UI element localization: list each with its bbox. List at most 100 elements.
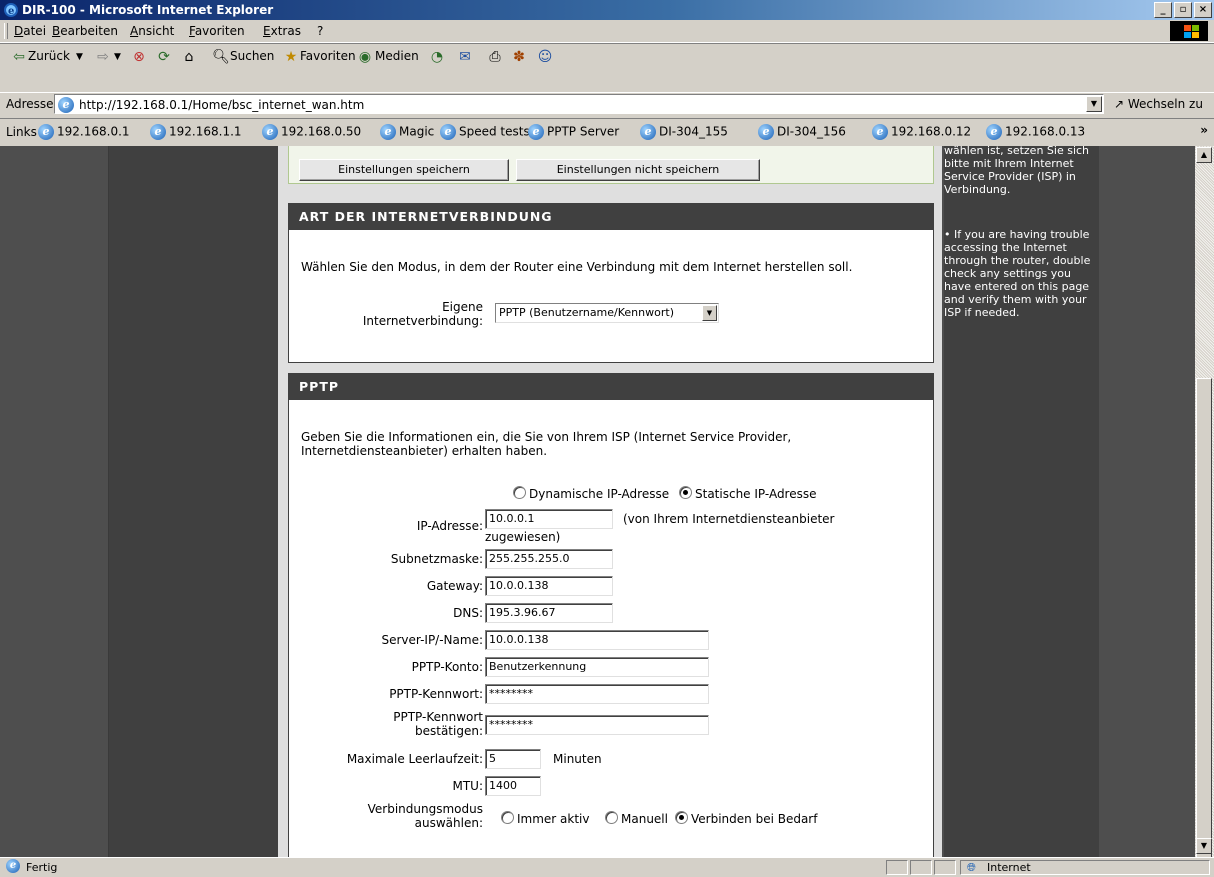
- minimize-icon[interactable]: _: [1154, 2, 1172, 18]
- left-margin: [0, 146, 108, 857]
- radio-dynamic-ip[interactable]: [513, 486, 526, 499]
- link-item[interactable]: e 192.168.0.12: [872, 124, 971, 140]
- favorites-icon[interactable]: ★: [282, 48, 300, 66]
- menu-extras[interactable]: Extras: [263, 24, 301, 38]
- own-connection-label-2: Internetverbindung:: [362, 314, 483, 328]
- forward-dropdown-icon[interactable]: ▼: [114, 52, 121, 62]
- page-icon: e: [6, 859, 20, 873]
- print-icon[interactable]: ⎙: [486, 48, 504, 66]
- pptp-intro-line2: Internetdiensteanbieter) erhalten haben.: [301, 444, 548, 458]
- search-icon[interactable]: 🔍︎: [212, 48, 230, 66]
- connection-type-section: ART DER INTERNETVERBINDUNG Wählen Sie de…: [288, 203, 934, 363]
- messenger-icon[interactable]: ☺: [536, 48, 554, 66]
- dns-label: DNS:: [453, 606, 483, 620]
- go-label: Wechseln zu: [1127, 97, 1203, 111]
- pptp-section: PPTP Geben Sie die Informationen ein, di…: [288, 373, 934, 857]
- scroll-up-icon[interactable]: ▲: [1196, 147, 1212, 163]
- more-links-icon[interactable]: »: [1200, 123, 1208, 137]
- ip-mode-static[interactable]: Statische IP-Adresse: [679, 486, 817, 501]
- chevron-down-icon[interactable]: ▼: [702, 305, 717, 321]
- ip-note-line2: zugewiesen): [485, 530, 561, 544]
- account-label: PPTP-Konto:: [411, 660, 483, 674]
- link-item[interactable]: e Magic: [380, 124, 434, 140]
- scroll-thumb[interactable]: [1196, 378, 1212, 857]
- back-button[interactable]: Zurück: [28, 49, 70, 63]
- main-content: Einstellungen speichern Einstellungen ni…: [278, 146, 942, 857]
- radio-on-demand[interactable]: [675, 811, 688, 824]
- media-icon[interactable]: ◉: [356, 48, 374, 66]
- back-dropdown-icon[interactable]: ▼: [76, 52, 83, 62]
- dns-input[interactable]: 195.3.96.67: [485, 603, 613, 623]
- favorites-button[interactable]: Favoriten: [300, 49, 356, 63]
- ip-address-label: IP-Adresse:: [416, 519, 483, 533]
- forward-arrow-icon[interactable]: ⇨: [94, 48, 112, 66]
- windows-flag-icon: [1170, 21, 1208, 41]
- maximize-icon[interactable]: ▫: [1174, 2, 1192, 18]
- address-url[interactable]: http://192.168.0.1/Home/bsc_internet_wan…: [79, 98, 364, 112]
- menu-favoriten[interactable]: Favoriten: [189, 24, 245, 38]
- scroll-down-icon[interactable]: ▼: [1196, 838, 1212, 854]
- idle-time-input[interactable]: 5: [485, 749, 541, 769]
- menu-ansicht[interactable]: Ansicht: [130, 24, 174, 38]
- gateway-label: Gateway:: [426, 579, 483, 593]
- mail-icon[interactable]: ✉: [456, 48, 474, 66]
- connection-type-heading: ART DER INTERNETVERBINDUNG: [289, 204, 933, 230]
- password-label: PPTP-Kennwort:: [389, 687, 483, 701]
- link-item[interactable]: e PPTP Server: [528, 124, 619, 140]
- ip-address-input[interactable]: 10.0.0.1: [485, 509, 613, 529]
- password-input[interactable]: ********: [485, 684, 709, 704]
- connmode-manual[interactable]: Manuell: [605, 811, 668, 826]
- back-arrow-icon[interactable]: ⇦: [10, 48, 28, 66]
- menu-bearbeiten[interactable]: Bearbeiten: [52, 24, 118, 38]
- mtu-input[interactable]: 1400: [485, 776, 541, 796]
- link-item[interactable]: e DI-304_156: [758, 124, 846, 140]
- search-button[interactable]: Suchen: [230, 49, 274, 63]
- link-item[interactable]: e DI-304_155: [640, 124, 728, 140]
- confirm-password-input[interactable]: ********: [485, 715, 709, 735]
- links-label: Links: [6, 125, 37, 139]
- page-icon: e: [528, 124, 544, 140]
- dont-save-settings-button[interactable]: Einstellungen nicht speichern: [516, 159, 760, 181]
- menu-datei[interactable]: Datei: [14, 24, 46, 38]
- address-dropdown-icon[interactable]: ▼: [1086, 96, 1102, 112]
- help-text-2: • If you are having trouble accessing th…: [944, 228, 1091, 319]
- ip-mode-dynamic[interactable]: Dynamische IP-Adresse: [513, 486, 669, 501]
- address-input[interactable]: e http://192.168.0.1/Home/bsc_internet_w…: [54, 94, 1104, 114]
- connmode-ondemand[interactable]: Verbinden bei Bedarf: [675, 811, 817, 826]
- subnet-input[interactable]: 255.255.255.0: [485, 549, 613, 569]
- save-buttons-box: Einstellungen speichern Einstellungen ni…: [288, 146, 934, 184]
- left-nav-column: [108, 146, 279, 857]
- connection-type-select[interactable]: PPTP (Benutzername/Kennwort) ▼: [495, 303, 719, 323]
- connmode-label-1: Verbindungsmodus: [367, 802, 483, 816]
- radio-manual[interactable]: [605, 811, 618, 824]
- link-item[interactable]: e 192.168.0.1: [38, 124, 130, 140]
- account-input[interactable]: Benutzerkennung: [485, 657, 709, 677]
- link-item[interactable]: e 192.168.1.1: [150, 124, 242, 140]
- link-item[interactable]: e 192.168.0.13: [986, 124, 1085, 140]
- stop-icon[interactable]: ⊗: [130, 48, 148, 66]
- own-connection-label-1: Eigene: [442, 300, 483, 314]
- edit-icon[interactable]: ✽: [510, 48, 528, 66]
- link-item[interactable]: e 192.168.0.50: [262, 124, 361, 140]
- status-text: Fertig: [26, 861, 58, 874]
- go-button[interactable]: ↗ Wechseln zu: [1114, 97, 1203, 111]
- vertical-scrollbar[interactable]: ▲ ▼: [1195, 146, 1214, 857]
- radio-always-on[interactable]: [501, 811, 514, 824]
- history-icon[interactable]: ◔: [428, 48, 446, 66]
- home-icon[interactable]: ⌂: [180, 48, 198, 66]
- go-arrow-icon: ↗: [1114, 97, 1125, 111]
- media-button[interactable]: Medien: [375, 49, 419, 63]
- server-label: Server-IP/-Name:: [381, 633, 483, 647]
- zone-text: Internet: [987, 861, 1031, 874]
- status-bar: e Fertig 🌐︎ Internet: [0, 857, 1214, 877]
- refresh-icon[interactable]: ⟳: [155, 48, 173, 66]
- gateway-input[interactable]: 10.0.0.138: [485, 576, 613, 596]
- save-settings-button[interactable]: Einstellungen speichern: [299, 159, 509, 181]
- menu-help[interactable]: ?: [317, 24, 323, 38]
- close-icon[interactable]: ×: [1194, 2, 1212, 18]
- connmode-always[interactable]: Immer aktiv: [501, 811, 590, 826]
- radio-static-ip[interactable]: [679, 486, 692, 499]
- server-input[interactable]: 10.0.0.138: [485, 630, 709, 650]
- link-item[interactable]: e Speed tests: [440, 124, 530, 140]
- page-icon: e: [150, 124, 166, 140]
